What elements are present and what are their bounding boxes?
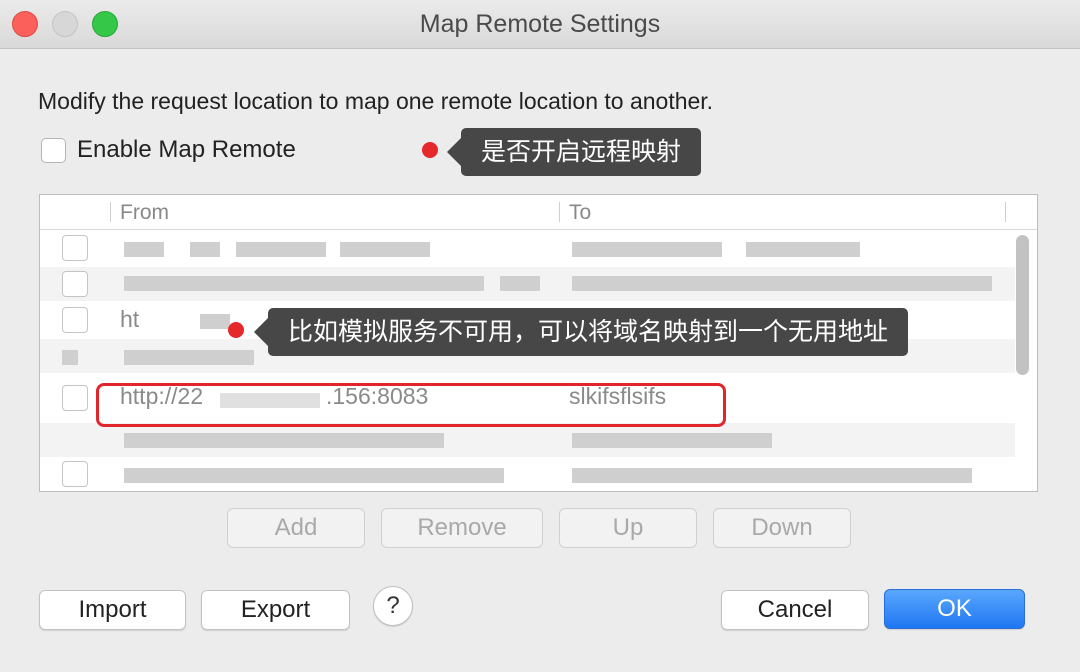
table-row[interactable]: [40, 423, 1015, 457]
window-title: Map Remote Settings: [419, 10, 661, 38]
table-row[interactable]: [40, 457, 1015, 491]
row-enabled-checkbox[interactable]: [62, 385, 88, 411]
redacted-text: [572, 468, 972, 483]
table-header: From To: [40, 195, 1037, 230]
export-button[interactable]: Export: [201, 590, 350, 630]
remove-button[interactable]: Remove: [381, 508, 543, 548]
highlight-box: [96, 383, 726, 427]
redacted-text: [572, 242, 722, 257]
redacted-text: [572, 276, 992, 291]
column-separator: [1005, 202, 1006, 222]
move-up-button[interactable]: Up: [559, 508, 697, 548]
redacted-text: [190, 242, 220, 257]
enable-map-remote-label[interactable]: Enable Map Remote: [77, 136, 296, 164]
row-enabled-checkbox[interactable]: [62, 307, 88, 333]
redacted-text: [200, 314, 230, 329]
ok-button[interactable]: OK: [884, 589, 1025, 629]
import-button[interactable]: Import: [39, 590, 186, 630]
table-scrollbar[interactable]: [1016, 235, 1029, 375]
red-dot-icon: [422, 142, 438, 158]
title-bar: Map Remote Settings: [0, 0, 1080, 49]
column-header-to[interactable]: To: [569, 201, 591, 225]
row-enabled-checkbox[interactable]: [62, 271, 88, 297]
add-button[interactable]: Add: [227, 508, 365, 548]
annotation-tooltip-enable: 是否开启远程映射: [446, 128, 702, 176]
red-dot-icon: [228, 322, 244, 338]
column-header-from[interactable]: From: [120, 201, 169, 225]
redacted-text: [124, 433, 444, 448]
from-cell: ht: [120, 306, 140, 332]
cancel-button[interactable]: Cancel: [721, 590, 869, 630]
redacted-text: [340, 242, 430, 257]
dialog-description: Modify the request location to map one r…: [38, 88, 714, 114]
redacted-text: [124, 242, 164, 257]
redacted-text: [124, 468, 504, 483]
redacted-text: [746, 242, 860, 257]
column-separator: [559, 202, 560, 222]
row-enabled-checkbox[interactable]: [62, 235, 88, 261]
question-mark-icon[interactable]: ?: [373, 586, 413, 626]
row-enabled-checkbox[interactable]: [62, 461, 88, 487]
enable-map-remote-checkbox[interactable]: [41, 138, 66, 163]
redacted-text: [500, 276, 540, 291]
redacted-text: [572, 433, 772, 448]
table-row[interactable]: [40, 267, 1015, 301]
annotation-tooltip-example: 比如模拟服务不可用，可以将域名映射到一个无用地址: [253, 308, 909, 356]
move-down-button[interactable]: Down: [713, 508, 851, 548]
redacted-text: [62, 350, 78, 365]
redacted-text: [124, 276, 484, 291]
table-row[interactable]: [40, 231, 1015, 265]
redacted-text: [236, 242, 326, 257]
redacted-text: [124, 350, 254, 365]
column-separator: [110, 202, 111, 222]
